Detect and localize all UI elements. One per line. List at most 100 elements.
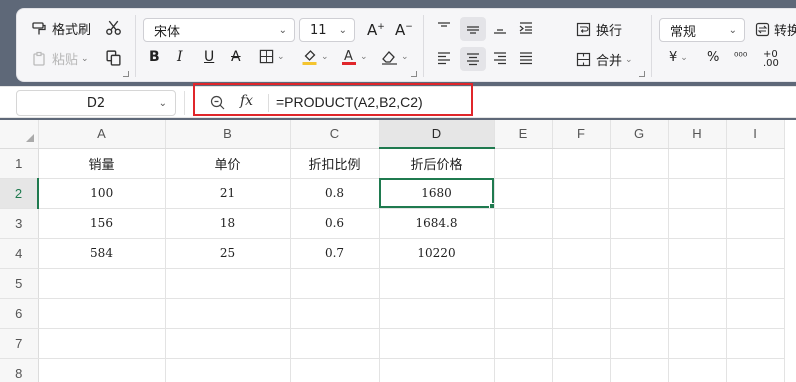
cell[interactable] [379,358,495,382]
cell-d2-active[interactable]: 1680 [379,178,495,209]
cell-e1[interactable] [494,148,553,179]
cell-d1[interactable]: 折后价格 [379,148,495,179]
cell-d3[interactable]: 1684.8 [379,208,495,239]
column-header-e[interactable]: E [494,120,553,149]
row-header-7[interactable]: 7 [0,328,39,359]
cell-f3[interactable] [552,208,611,239]
cell[interactable] [726,328,785,359]
cell-f1[interactable] [552,148,611,179]
cell[interactable] [38,358,166,382]
cell-f2[interactable] [552,178,611,209]
paste-button[interactable]: 粘贴 ⌄ [31,49,89,68]
cell-e3[interactable] [494,208,553,239]
cell[interactable] [668,268,727,299]
align-left-button[interactable] [437,51,451,65]
font-color-button[interactable]: A ⌄ [341,48,368,66]
cell-b1[interactable]: 单价 [165,148,291,179]
cell[interactable] [290,268,380,299]
increase-decimal-button[interactable]: +0.00 [763,50,779,69]
cell[interactable] [165,358,291,382]
wrap-text-button[interactable]: 换行 [576,20,622,39]
strikethrough-button[interactable]: A [231,49,241,65]
cell-e4[interactable] [494,238,553,269]
column-header-i[interactable]: I [726,120,785,149]
cell-i1[interactable] [726,148,785,179]
cell-h4[interactable] [668,238,727,269]
format-painter-button[interactable]: 格式刷 [31,19,91,38]
align-center-button[interactable] [460,47,486,71]
align-bottom-button[interactable] [493,21,507,35]
cell[interactable] [494,358,553,382]
cell-g1[interactable] [610,148,669,179]
cell-i3[interactable] [726,208,785,239]
dialog-launcher-icon[interactable] [639,71,645,77]
cell-a4[interactable]: 584 [38,238,166,269]
cell[interactable] [290,358,380,382]
row-header-6[interactable]: 6 [0,298,39,329]
cell[interactable] [610,328,669,359]
cell-h3[interactable] [668,208,727,239]
cell[interactable] [379,268,495,299]
cell[interactable] [494,328,553,359]
cell[interactable] [726,268,785,299]
cell-a3[interactable]: 156 [38,208,166,239]
italic-button[interactable]: I [177,49,183,65]
cell[interactable] [290,328,380,359]
copy-button[interactable] [105,49,122,66]
column-header-f[interactable]: F [552,120,611,149]
cell-b2[interactable]: 21 [165,178,291,209]
cell[interactable] [552,298,611,329]
currency-button[interactable]: ¥ ⌄ [669,50,688,65]
font-name-select[interactable]: 宋体 ⌄ [143,18,295,42]
column-header-h[interactable]: H [668,120,727,149]
cell[interactable] [726,298,785,329]
column-header-b[interactable]: B [165,120,291,149]
select-all-corner[interactable] [0,120,39,149]
cell[interactable] [379,298,495,329]
bold-button[interactable]: B [149,49,160,65]
column-header-a[interactable]: A [38,120,166,149]
cell-e2[interactable] [494,178,553,209]
column-header-d[interactable]: D [379,120,495,149]
dialog-launcher-icon[interactable] [411,71,417,77]
column-header-g[interactable]: G [610,120,669,149]
font-size-select[interactable]: 11 ⌄ [299,18,355,42]
cell-h1[interactable] [668,148,727,179]
cell[interactable] [165,268,291,299]
cell-f4[interactable] [552,238,611,269]
cell[interactable] [494,268,553,299]
cell[interactable] [38,328,166,359]
column-header-c[interactable]: C [290,120,380,149]
cell[interactable] [38,268,166,299]
cell[interactable] [668,328,727,359]
cell[interactable] [552,328,611,359]
cell-b4[interactable]: 25 [165,238,291,269]
cell[interactable] [726,358,785,382]
cell-a1[interactable]: 销量 [38,148,166,179]
underline-button[interactable]: U [204,49,214,65]
cell[interactable] [165,298,291,329]
cell-g3[interactable] [610,208,669,239]
cell-g2[interactable] [610,178,669,209]
cell[interactable] [38,298,166,329]
cell[interactable] [552,358,611,382]
dialog-launcher-icon[interactable] [123,71,129,77]
borders-button[interactable]: ⌄ [259,49,285,64]
percent-button[interactable]: % [707,50,719,65]
cell[interactable] [552,268,611,299]
row-header-8[interactable]: 8 [0,358,39,382]
cell-c4[interactable]: 0.7 [290,238,380,269]
row-header-3[interactable]: 3 [0,208,39,239]
cell-d4[interactable]: 10220 [379,238,495,269]
align-middle-button[interactable] [460,17,486,41]
cell-i2[interactable] [726,178,785,209]
cell[interactable] [290,298,380,329]
name-box[interactable]: D2 ⌄ [16,90,176,116]
cell-a2[interactable]: 100 [38,178,166,209]
increase-font-button[interactable]: A+ [367,21,385,39]
cell-c2[interactable]: 0.8 [290,178,380,209]
cell-g4[interactable] [610,238,669,269]
cell[interactable] [610,268,669,299]
convert-button[interactable]: 转换 [755,20,796,39]
cell-h2[interactable] [668,178,727,209]
